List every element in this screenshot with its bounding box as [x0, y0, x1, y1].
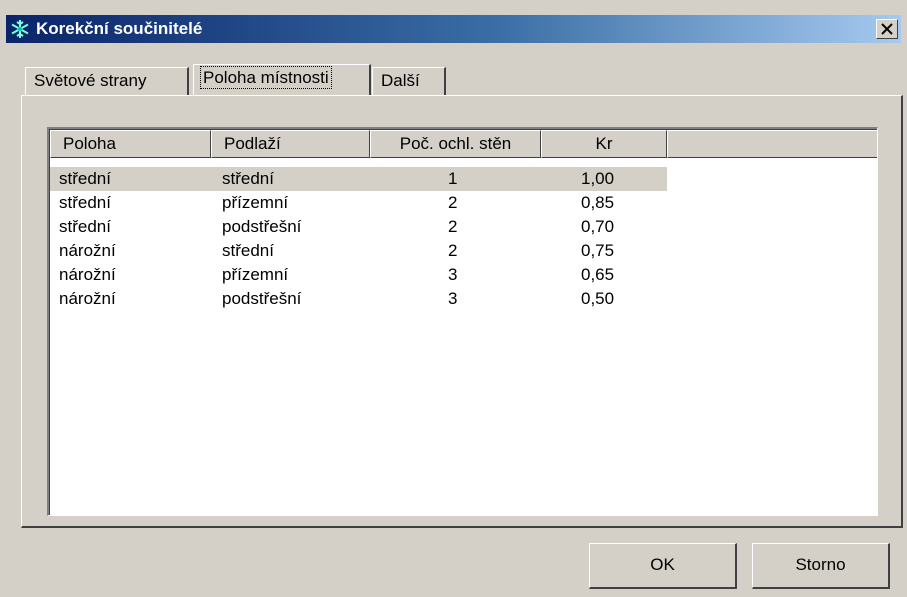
tab-label: Světové strany [34, 71, 147, 90]
tab-label: Poloha místnosti [200, 66, 332, 89]
correction-list[interactable]: Poloha Podlaží Poč. ochl. stěn Kr středn… [47, 127, 878, 516]
list-header: Poloha Podlaží Poč. ochl. stěn Kr [50, 130, 877, 158]
cell-poloha: nárožní [59, 241, 116, 260]
column-header-poloha[interactable]: Poloha [50, 130, 211, 158]
snowflake-icon [10, 19, 30, 39]
column-header-podlazi[interactable]: Podlaží [211, 130, 370, 158]
table-row[interactable]: nárožní přízemní 3 0,65 [50, 263, 667, 287]
tab-dalsi[interactable]: Další [372, 67, 446, 95]
cell-steny: 2 [448, 241, 458, 260]
cell-podlazi: podstřešní [222, 289, 302, 308]
table-row[interactable]: střední přízemní 2 0,85 [50, 191, 667, 215]
window-title: Korekční součinitelé [36, 19, 203, 38]
cell-poloha: střední [59, 169, 111, 188]
cell-kr: 0,50 [581, 289, 615, 308]
cell-steny: 2 [448, 193, 458, 212]
cell-poloha: nárožní [59, 265, 116, 284]
cell-kr: 0,85 [581, 193, 615, 212]
cell-steny: 1 [448, 169, 458, 188]
column-header-kr[interactable]: Kr [541, 130, 667, 158]
tab-svetove-strany[interactable]: Světové strany [25, 67, 189, 95]
cell-kr: 0,70 [581, 217, 615, 236]
table-row[interactable]: střední střední 1 1,00 [50, 167, 667, 191]
cancel-button[interactable]: Storno [752, 543, 890, 589]
cell-poloha: střední [59, 217, 111, 236]
cell-podlazi: podstřešní [222, 217, 302, 236]
cell-kr: 0,65 [581, 265, 615, 284]
tab-label: Další [381, 71, 420, 90]
dialog-window: Korekční součinitelé Světové strany Polo… [0, 0, 907, 597]
cell-kr: 1,00 [581, 169, 615, 188]
cell-poloha: střední [59, 193, 111, 212]
cell-steny: 3 [448, 289, 458, 308]
cell-kr: 0,75 [581, 241, 615, 260]
title-bar[interactable]: Korekční součinitelé [6, 15, 901, 43]
table-row[interactable]: střední podstřešní 2 0,70 [50, 215, 667, 239]
column-header-empty [667, 130, 877, 158]
cell-podlazi: střední [222, 169, 274, 188]
ok-button[interactable]: OK [589, 543, 737, 589]
close-button[interactable] [876, 19, 898, 39]
column-header-steny[interactable]: Poč. ochl. stěn [370, 130, 541, 158]
cell-podlazi: přízemní [222, 193, 289, 212]
cell-podlazi: střední [222, 241, 274, 260]
cell-steny: 2 [448, 217, 458, 236]
close-icon [881, 23, 893, 35]
table-row[interactable]: nárožní podstřešní 3 0,50 [50, 287, 667, 311]
cell-poloha: nárožní [59, 289, 116, 308]
cell-podlazi: přízemní [222, 265, 289, 284]
tab-poloha-mistnosti[interactable]: Poloha místnosti [193, 64, 371, 95]
table-row[interactable]: nárožní střední 2 0,75 [50, 239, 667, 263]
cell-steny: 3 [448, 265, 458, 284]
